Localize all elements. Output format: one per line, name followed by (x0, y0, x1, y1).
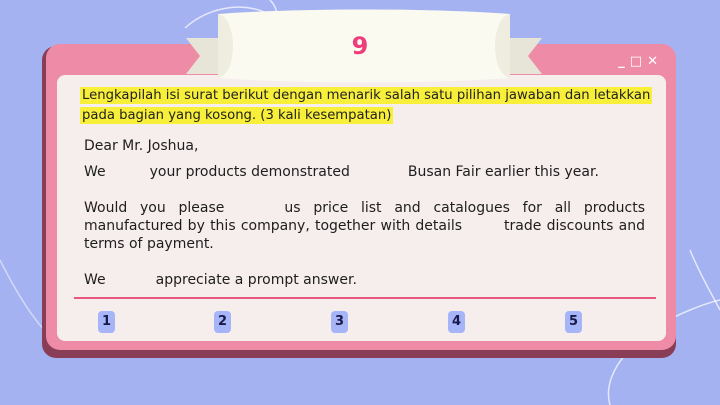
letter-line-1-part-b: your products demonstrated (149, 164, 350, 180)
maximize-icon[interactable]: □ (630, 55, 642, 68)
letter-para-2-part-a: Would you please (84, 200, 225, 216)
letter-line-3-part-b: appreciate a prompt answer. (155, 272, 357, 288)
letter-line-1: We your products demonstrated Busan Fair e… (84, 163, 599, 181)
close-icon[interactable]: ✕ (647, 55, 658, 68)
letter-line-3-part-a: We (84, 272, 106, 288)
minimize-icon[interactable]: _ (618, 55, 625, 68)
letter-line-1-part-a: We (84, 164, 106, 180)
divider (74, 297, 656, 299)
instruction-highlight: Lengkapilah isi surat berikut dengan men… (80, 87, 653, 124)
answer-slot-4[interactable]: 4 (448, 311, 465, 333)
letter-salutation: Dear Mr. Joshua, (84, 138, 199, 154)
instruction-text: Lengkapilah isi surat berikut dengan men… (80, 86, 653, 126)
answer-slot-5[interactable]: 5 (565, 311, 582, 333)
letter-line-3: We appreciate a prompt answer. (84, 271, 357, 289)
letter-paragraph-2: Would you please us price list and catalo… (84, 199, 645, 253)
window-controls: _ □ ✕ (618, 55, 658, 68)
answer-slot-2[interactable]: 2 (214, 311, 231, 333)
question-number: 9 (351, 32, 369, 60)
letter-line-1-part-c: Busan Fair earlier this year. (407, 164, 599, 180)
answer-slot-1[interactable]: 1 (98, 311, 115, 333)
answer-slot-3[interactable]: 3 (331, 311, 348, 333)
